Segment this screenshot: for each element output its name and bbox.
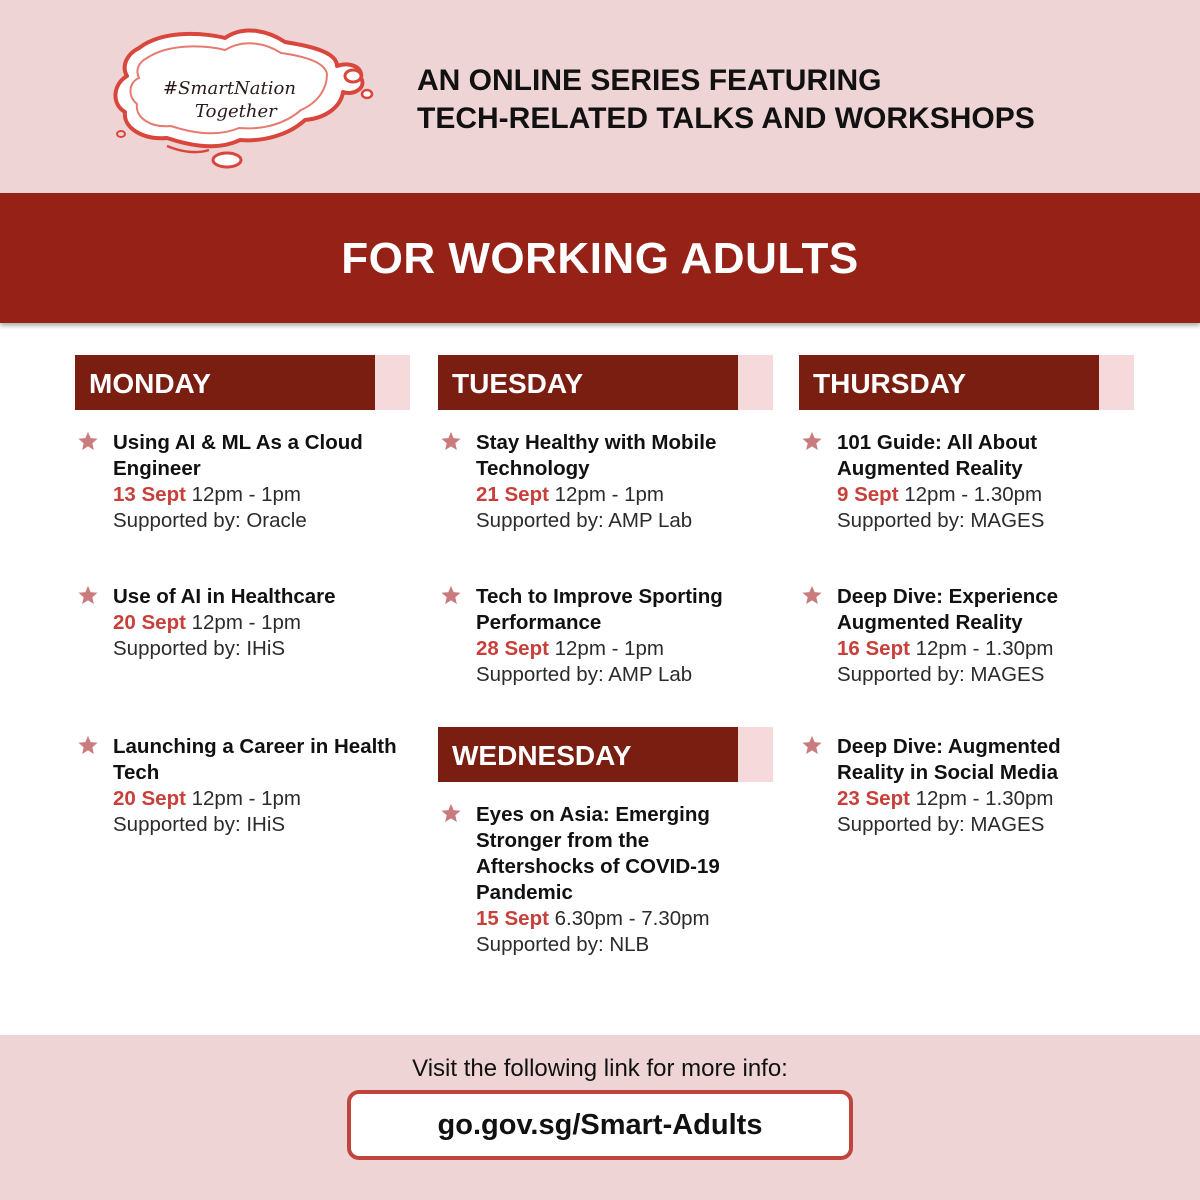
event-schedule: 13 Sept 12pm - 1pm: [113, 482, 413, 508]
footer-info-text: Visit the following link for more info:: [412, 1055, 788, 1082]
event-item: Using AI & ML As a Cloud Engineer 13 Sep…: [78, 430, 413, 534]
day-header-wednesday: WEDNESDAY: [438, 727, 773, 782]
star-icon: [78, 585, 98, 604]
event-time: 6.30pm - 7.30pm: [554, 907, 710, 930]
event-title: Use of AI in Healthcare: [113, 585, 336, 608]
day-label-wednesday: WEDNESDAY: [452, 740, 632, 771]
day-header-tuesday: TUESDAY: [438, 355, 773, 410]
event-title: Stay Healthy with Mobile Technology: [476, 431, 717, 480]
event-time: 12pm - 1pm: [191, 483, 302, 506]
event-supporter: Supported by: AMP Lab: [476, 663, 693, 686]
event-title: 101 Guide: All About Augmented Reality: [837, 431, 1038, 480]
event-date: 23 Sept: [837, 787, 910, 810]
event-item: 101 Guide: All About Augmented Reality 9…: [802, 430, 1087, 534]
event-item: Tech to Improve Sporting Performance 28 …: [441, 584, 776, 688]
event-date: 28 Sept: [476, 637, 549, 660]
event-schedule: 23 Sept 12pm - 1.30pm: [837, 786, 1087, 812]
star-icon: [802, 585, 822, 604]
event-time: 12pm - 1.30pm: [915, 637, 1054, 660]
event-time: 12pm - 1.30pm: [915, 787, 1054, 810]
event-time: 12pm - 1pm: [554, 637, 665, 660]
event-supporter: Supported by: MAGES: [837, 509, 1045, 532]
event-item: Stay Healthy with Mobile Technology 21 S…: [441, 430, 776, 534]
intro-line-1: AN ONLINE SERIES FEATURING: [417, 64, 882, 97]
event-item: Deep Dive: Experience Augmented Reality …: [802, 584, 1087, 688]
intro-line-2: TECH-RELATED TALKS AND WORKSHOPS: [417, 102, 1035, 135]
event-time: 12pm - 1pm: [191, 787, 302, 810]
smartnation-logo: #SmartNation Together: [105, 22, 385, 174]
intro-heading: AN ONLINE SERIES FEATURING TECH-RELATED …: [417, 62, 1035, 138]
event-title: Eyes on Asia: Emerging Stronger from the…: [476, 803, 720, 904]
event-title: Tech to Improve Sporting Performance: [476, 585, 723, 634]
event-supporter: Supported by: IHiS: [113, 637, 286, 660]
day-header-monday: MONDAY: [75, 355, 410, 410]
event-date: 13 Sept: [113, 483, 186, 506]
star-icon: [78, 431, 98, 450]
event-date: 16 Sept: [837, 637, 910, 660]
day-label-monday: MONDAY: [89, 368, 211, 399]
event-schedule: 15 Sept 6.30pm - 7.30pm: [476, 906, 746, 932]
event-date: 21 Sept: [476, 483, 549, 506]
event-title: Launching a Career in Health Tech: [113, 735, 397, 784]
event-date: 15 Sept: [476, 907, 549, 930]
banner-title: FOR WORKING ADULTS: [341, 234, 859, 283]
event-title: Deep Dive: Experience Augmented Reality: [837, 585, 1059, 634]
logo-hashtag: #SmartNation: [163, 78, 296, 99]
logo-together: Together: [195, 101, 277, 122]
event-supporter: Supported by: NLB: [476, 933, 650, 956]
event-schedule: 28 Sept 12pm - 1pm: [476, 636, 776, 662]
event-item: Launching a Career in Health Tech 20 Sep…: [78, 734, 413, 838]
more-info-link[interactable]: go.gov.sg/Smart-Adults: [347, 1090, 853, 1160]
audience-banner: FOR WORKING ADULTS: [0, 193, 1200, 323]
event-date: 9 Sept: [837, 483, 899, 506]
event-item: Use of AI in Healthcare 20 Sept 12pm - 1…: [78, 584, 413, 662]
footer: Visit the following link for more info: …: [0, 1035, 1200, 1200]
event-schedule: 21 Sept 12pm - 1pm: [476, 482, 776, 508]
day-label-tuesday: TUESDAY: [452, 368, 584, 399]
event-date: 20 Sept: [113, 611, 186, 634]
event-schedule: 9 Sept 12pm - 1.30pm: [837, 482, 1087, 508]
star-icon: [441, 585, 461, 604]
event-time: 12pm - 1pm: [191, 611, 302, 634]
event-supporter: Supported by: Oracle: [113, 509, 307, 532]
more-info-link-text: go.gov.sg/Smart-Adults: [437, 1108, 763, 1141]
event-time: 12pm - 1pm: [554, 483, 665, 506]
event-date: 20 Sept: [113, 787, 186, 810]
event-item: Deep Dive: Augmented Reality in Social M…: [802, 734, 1087, 838]
event-supporter: Supported by: MAGES: [837, 663, 1045, 686]
day-label-thursday: THURSDAY: [813, 368, 966, 399]
day-header-thursday: THURSDAY: [799, 355, 1134, 410]
event-schedule: 16 Sept 12pm - 1.30pm: [837, 636, 1087, 662]
header: #SmartNation Together AN ONLINE SERIES F…: [0, 0, 1200, 193]
event-title: Deep Dive: Augmented Reality in Social M…: [837, 735, 1061, 784]
event-item: Eyes on Asia: Emerging Stronger from the…: [441, 802, 746, 958]
star-icon: [78, 735, 98, 754]
star-icon: [441, 803, 461, 822]
event-time: 12pm - 1.30pm: [904, 483, 1043, 506]
star-icon: [441, 431, 461, 450]
event-supporter: Supported by: IHiS: [113, 813, 286, 836]
event-supporter: Supported by: MAGES: [837, 813, 1045, 836]
event-supporter: Supported by: AMP Lab: [476, 509, 693, 532]
star-icon: [802, 735, 822, 754]
event-schedule: 20 Sept 12pm - 1pm: [113, 610, 413, 636]
event-title: Using AI & ML As a Cloud Engineer: [113, 431, 363, 480]
event-schedule: 20 Sept 12pm - 1pm: [113, 786, 413, 812]
star-icon: [802, 431, 822, 450]
